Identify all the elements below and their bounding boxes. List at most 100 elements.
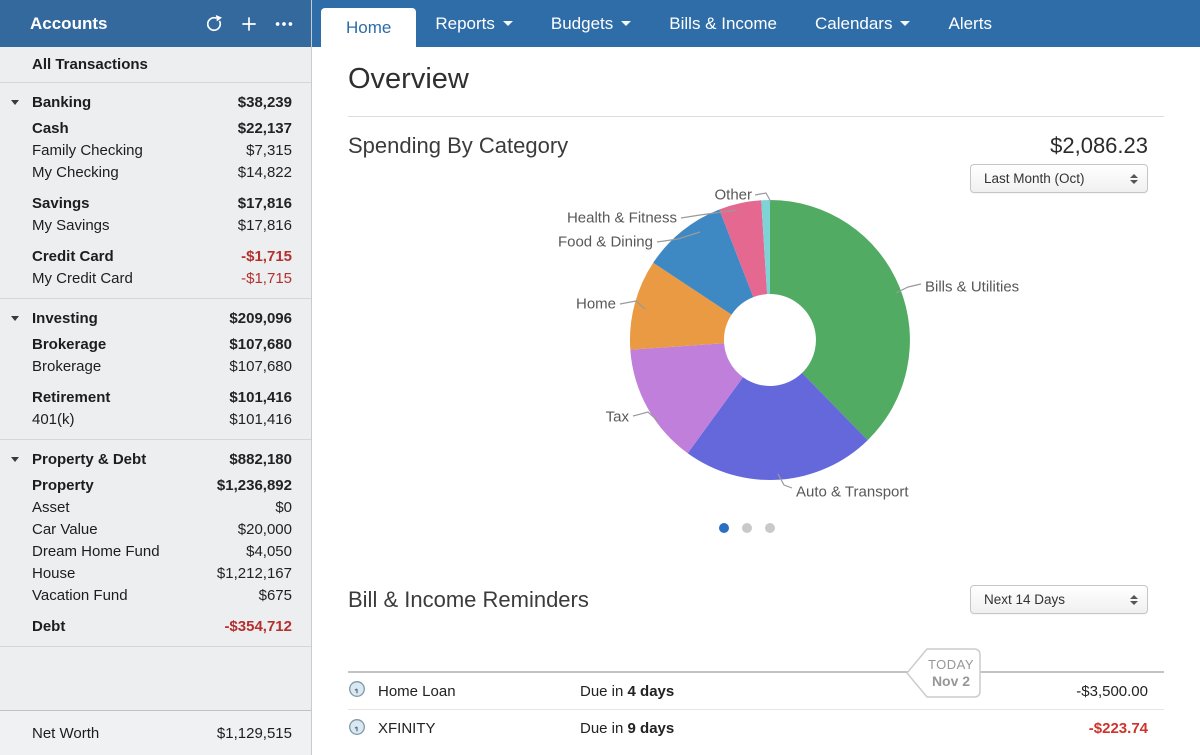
account-balance: -$354,712: [224, 618, 292, 635]
account-balance: $0: [275, 499, 292, 516]
sidebar-item-my-checking[interactable]: My Checking$14,822: [0, 161, 311, 183]
today-marker: TODAY Nov 2: [905, 646, 983, 700]
net-worth-value: $1,129,515: [217, 725, 292, 742]
nav-alerts[interactable]: Alerts: [929, 0, 1010, 47]
reminders-section-header: Bill & Income Reminders Next 14 Days: [348, 585, 1164, 614]
overview-content: Overview Spending By Category $2,086.23 …: [312, 47, 1200, 755]
nav-item-label: Bills & Income: [669, 14, 777, 34]
account-balance: $675: [259, 587, 292, 604]
account-label: Vacation Fund: [32, 587, 128, 604]
clock-icon: [348, 718, 366, 736]
pie-label-food-dining: Food & Dining: [558, 234, 653, 251]
account-balance: $209,096: [229, 310, 292, 327]
nav-reports[interactable]: Reports: [416, 0, 532, 47]
sidebar-item-retirement[interactable]: Retirement$101,416: [0, 386, 311, 408]
pie-label-other: Other: [714, 187, 752, 204]
top-navbar: Home Reports Budgets Bills & Income Calendar…: [312, 0, 1200, 47]
sidebar-item-debt[interactable]: Debt-$354,712: [0, 615, 311, 637]
select-stepper-icon: [1130, 174, 1138, 184]
reminder-amount: -$3,500.00: [1076, 683, 1164, 700]
reminders-range-value: Next 14 Days: [984, 592, 1065, 607]
reminder-amount: -$223.74: [1089, 720, 1164, 737]
sidebar-item-asset[interactable]: Asset $0: [0, 496, 311, 518]
reminder-due: Due in 4 days: [580, 683, 1076, 700]
donut-chart-svg: [625, 195, 915, 485]
account-balance: $20,000: [238, 521, 292, 538]
spending-donut-chart: Bills & UtilitiesAuto & TransportTaxHome…: [348, 194, 1164, 549]
reminders-range-select[interactable]: Next 14 Days: [970, 585, 1148, 614]
clock-icon: [348, 680, 366, 698]
select-stepper-icon: [1130, 595, 1138, 605]
nav-home[interactable]: Home: [321, 8, 416, 47]
due-prefix: Due in: [580, 720, 623, 737]
today-date: Nov 2: [923, 673, 979, 690]
account-balance: $101,416: [229, 411, 292, 428]
sidebar-item-family-checking[interactable]: Family Checking $7,315: [0, 139, 311, 161]
sidebar-item-cash[interactable]: Cash$22,137: [0, 117, 311, 139]
nav-budgets[interactable]: Budgets: [532, 0, 650, 47]
reminder-icon-cell: [348, 680, 378, 702]
sidebar-item-my-savings[interactable]: My Savings$17,816: [0, 214, 311, 236]
account-balance: $17,816: [238, 195, 292, 212]
reminder-row-xfinity[interactable]: XFINITYDue in 9 days-$223.74: [348, 710, 1164, 747]
disclosure-triangle-icon[interactable]: [11, 316, 19, 321]
main-panel: Home Reports Budgets Bills & Income Calendar…: [312, 0, 1200, 755]
spending-period-value: Last Month (Oct): [984, 171, 1085, 186]
account-label: Asset: [32, 499, 70, 516]
sidebar-item-vacation-fund[interactable]: Vacation Fund $675: [0, 584, 311, 606]
account-balance: $107,680: [229, 336, 292, 353]
sidebar-item-banking[interactable]: Banking $38,239: [0, 89, 311, 115]
account-label: Property & Debt: [32, 451, 146, 468]
reminders-list: TODAY Nov 2 Home LoanDue in 4 days-$3,50…: [348, 671, 1164, 747]
accounts-list: Banking$38,239Cash$22,137Family Checking…: [0, 83, 311, 647]
page-dot-2[interactable]: [742, 523, 752, 533]
accounts-sidebar: Accounts: [0, 0, 312, 755]
refresh-icon[interactable]: [203, 13, 225, 35]
account-balance: $38,239: [238, 94, 292, 111]
nav-calendars[interactable]: Calendars: [796, 0, 930, 47]
sidebar-item-property-debt[interactable]: Property & Debt $882,180: [0, 446, 311, 472]
account-label: Banking: [32, 94, 91, 111]
sidebar-item-credit-card[interactable]: Credit Card-$1,715: [0, 245, 311, 267]
page-dot-3[interactable]: [765, 523, 775, 533]
sidebar-item-dream-home-fund[interactable]: Dream Home Fund$4,050: [0, 540, 311, 562]
account-balance: $107,680: [229, 358, 292, 375]
accounts-section: Banking$38,239Cash$22,137Family Checking…: [0, 83, 311, 299]
account-balance: $1,212,167: [217, 565, 292, 582]
reminder-due: Due in 9 days: [580, 720, 1089, 737]
reminder-row-home-loan[interactable]: Home LoanDue in 4 days-$3,500.00: [348, 673, 1164, 710]
nav-item-label: Reports: [435, 14, 495, 34]
spending-period-select[interactable]: Last Month (Oct): [970, 164, 1148, 193]
sidebar-item-house[interactable]: House $1,212,167: [0, 562, 311, 584]
account-label: Retirement: [32, 389, 110, 406]
sidebar-item-savings[interactable]: Savings$17,816: [0, 192, 311, 214]
page-dot-1[interactable]: [719, 523, 729, 533]
account-balance: $882,180: [229, 451, 292, 468]
net-worth-label: Net Worth: [32, 725, 99, 742]
add-icon[interactable]: [238, 13, 260, 35]
sidebar-header: Accounts: [0, 0, 311, 47]
nav-bills-income[interactable]: Bills & Income: [650, 0, 796, 47]
sidebar-item-property[interactable]: Property$1,236,892: [0, 474, 311, 496]
more-icon[interactable]: [273, 13, 295, 35]
sidebar-toolbar: [203, 13, 295, 35]
accounts-section: Property & Debt $882,180 Property$1,236,89…: [0, 440, 311, 647]
disclosure-triangle-icon[interactable]: [11, 100, 19, 105]
sidebar-item-401-k-[interactable]: 401(k)$101,416: [0, 408, 311, 430]
account-balance: $7,315: [246, 142, 292, 159]
section-divider: [348, 116, 1164, 117]
disclosure-triangle-icon[interactable]: [11, 457, 19, 462]
sidebar-item-investing[interactable]: Investing$209,096: [0, 305, 311, 331]
reminder-name: XFINITY: [378, 720, 580, 737]
account-label: Family Checking: [32, 142, 143, 159]
sidebar-item-car-value[interactable]: Car Value$20,000: [0, 518, 311, 540]
sidebar-item-brokerage[interactable]: Brokerage$107,680: [0, 355, 311, 377]
account-label: Property: [32, 477, 94, 494]
sidebar-item-all-transactions[interactable]: All Transactions: [0, 47, 311, 83]
sidebar-item-my-credit-card[interactable]: My Credit Card-$1,715: [0, 267, 311, 289]
today-marker-text: TODAY Nov 2: [923, 656, 979, 690]
account-label: Cash: [32, 120, 69, 137]
sidebar-item-brokerage[interactable]: Brokerage$107,680: [0, 333, 311, 355]
account-label: House: [32, 565, 75, 582]
reminder-name: Home Loan: [378, 683, 580, 700]
